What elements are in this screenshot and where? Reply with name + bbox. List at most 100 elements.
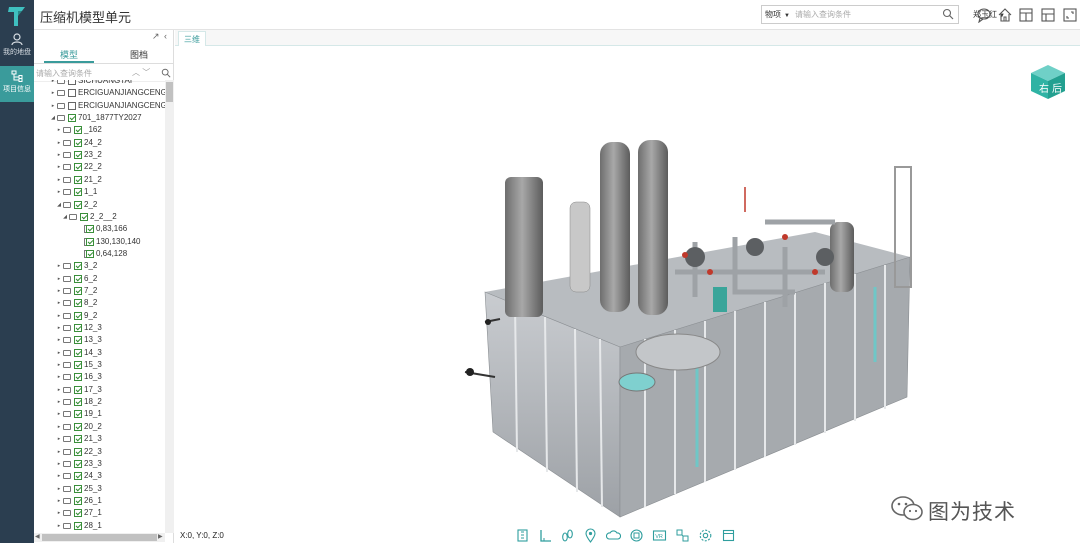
search-input[interactable] xyxy=(795,8,935,21)
brand-logo-icon[interactable] xyxy=(4,4,30,28)
tree-node-checkbox[interactable] xyxy=(74,459,82,468)
tree-node[interactable]: ▸ 21_3 xyxy=(34,433,165,445)
tree-node[interactable]: ▸ 13_3 xyxy=(34,334,165,346)
search-icon[interactable] xyxy=(942,8,954,20)
tree-node-checkbox[interactable] xyxy=(74,262,82,271)
tree-node[interactable]: ▸ ERCIGUANJIANGCENG- xyxy=(34,100,165,112)
expand-toggle-icon[interactable]: ▸ xyxy=(50,100,56,112)
fullscreen-icon[interactable] xyxy=(1062,7,1078,23)
tree-node[interactable]: ▸ 20_2 xyxy=(34,421,165,433)
expand-toggle-icon[interactable]: ▸ xyxy=(56,421,62,433)
tree-node[interactable]: ◢ 701_1877TY2027 xyxy=(34,112,165,124)
3d-viewport[interactable]: 右 后 图为技术 X:0, Y:0, Z:0 VR xyxy=(175,47,1080,543)
expand-toggle-icon[interactable]: ▸ xyxy=(56,334,62,346)
tree-node-checkbox[interactable] xyxy=(74,398,82,407)
layout-split-icon[interactable] xyxy=(1040,7,1056,23)
tree-node[interactable]: ▸ 16_3 xyxy=(34,371,165,383)
tree-node[interactable]: ▸ 19_1 xyxy=(34,408,165,420)
expand-toggle-icon[interactable]: ▸ xyxy=(50,80,56,87)
expand-arrow-icon[interactable]: ↗ xyxy=(152,31,160,42)
tree-node-checkbox[interactable] xyxy=(86,249,94,258)
tree-node-checkbox[interactable] xyxy=(74,175,82,184)
tree-node-checkbox[interactable] xyxy=(74,496,82,505)
rail-item-project-info[interactable]: 项目信息 xyxy=(0,66,34,102)
expand-toggle-icon[interactable]: ▸ xyxy=(56,433,62,445)
measure-icon[interactable] xyxy=(515,528,530,543)
tree-node[interactable]: ▸ SICHUANGTAI xyxy=(34,80,165,87)
tree-node[interactable]: ▸ 22_2 xyxy=(34,161,165,173)
tree-node-checkbox[interactable] xyxy=(74,484,82,493)
expand-toggle-icon[interactable]: ▸ xyxy=(56,470,62,482)
expand-toggle-icon[interactable]: ▸ xyxy=(56,285,62,297)
tree-node-checkbox[interactable] xyxy=(74,200,82,209)
tree-search-input[interactable] xyxy=(36,67,131,80)
expand-toggle-icon[interactable]: ▸ xyxy=(56,186,62,198)
tree-node-checkbox[interactable] xyxy=(68,101,76,110)
expand-toggle-icon[interactable]: ▸ xyxy=(56,161,62,173)
tree-node[interactable]: ▸ 9_2 xyxy=(34,310,165,322)
walk-icon[interactable] xyxy=(560,528,575,543)
tree-node-checkbox[interactable] xyxy=(74,188,82,197)
expand-toggle-icon[interactable]: ▸ xyxy=(56,371,62,383)
section-icon[interactable] xyxy=(629,528,644,543)
tree-node[interactable]: ▸ 14_3 xyxy=(34,347,165,359)
tree-node-checkbox[interactable] xyxy=(74,385,82,394)
expand-toggle-icon[interactable]: ▸ xyxy=(56,322,62,334)
tab-3d[interactable]: 三维 xyxy=(178,31,206,46)
expand-toggle-icon[interactable]: ▸ xyxy=(56,520,62,532)
tree-node-checkbox[interactable] xyxy=(74,311,82,320)
tree-node-checkbox[interactable] xyxy=(74,422,82,431)
tree-node[interactable]: ▸ 24_2 xyxy=(34,137,165,149)
tree-node[interactable]: ▸ 27_1 xyxy=(34,507,165,519)
tree-node-checkbox[interactable] xyxy=(74,472,82,481)
tree-node-checkbox[interactable] xyxy=(74,361,82,370)
tree-node-checkbox[interactable] xyxy=(74,151,82,160)
tree-node[interactable]: ◢ 2_2 xyxy=(34,199,165,211)
tree-node[interactable]: ▸ 26_1 xyxy=(34,495,165,507)
tree-node-checkbox[interactable] xyxy=(74,286,82,295)
tree-node-checkbox[interactable] xyxy=(74,447,82,456)
tree-node[interactable]: ▸ 22_3 xyxy=(34,446,165,458)
vr-icon[interactable]: VR xyxy=(652,528,667,543)
cloud-icon[interactable] xyxy=(606,528,621,543)
home-icon[interactable] xyxy=(997,7,1013,23)
settings-icon[interactable] xyxy=(698,528,713,543)
expand-toggle-icon[interactable]: ▸ xyxy=(56,359,62,371)
scrollbar-thumb[interactable] xyxy=(166,82,173,102)
tree-node-checkbox[interactable] xyxy=(68,80,76,85)
tree-node-checkbox[interactable] xyxy=(68,89,76,98)
expand-toggle-icon[interactable]: ▸ xyxy=(56,384,62,396)
tree-node[interactable]: ▸ 24_3 xyxy=(34,470,165,482)
scrollbar-thumb[interactable] xyxy=(42,534,157,541)
explode-icon[interactable] xyxy=(675,528,690,543)
expand-toggle-icon[interactable]: ▸ xyxy=(56,507,62,519)
tree-node-checkbox[interactable] xyxy=(74,410,82,419)
expand-toggle-icon[interactable]: ▸ xyxy=(56,260,62,272)
tree-node-checkbox[interactable] xyxy=(74,373,82,382)
tree-node[interactable]: ▸ 25_3 xyxy=(34,483,165,495)
expand-toggle-icon[interactable]: ▸ xyxy=(56,137,62,149)
expand-toggle-icon[interactable]: ◢ xyxy=(56,199,62,211)
expand-toggle-icon[interactable]: ▸ xyxy=(56,495,62,507)
tree-node[interactable]: ▸ 17_3 xyxy=(34,384,165,396)
scroll-right-icon[interactable]: ▶ xyxy=(158,533,163,540)
expand-toggle-icon[interactable]: ▸ xyxy=(56,458,62,470)
tree-node[interactable]: ▸ 3_2 xyxy=(34,260,165,272)
expand-toggle-icon[interactable]: ▸ xyxy=(56,297,62,309)
tree-node-checkbox[interactable] xyxy=(86,237,94,246)
scroll-left-icon[interactable]: ◀ xyxy=(35,533,40,540)
tree-node-checkbox[interactable] xyxy=(74,274,82,283)
expand-toggle-icon[interactable]: ▸ xyxy=(50,87,56,99)
expand-toggle-icon[interactable]: ▸ xyxy=(56,483,62,495)
tree-node-checkbox[interactable] xyxy=(86,225,94,234)
view-cube[interactable]: 右 后 xyxy=(1030,64,1066,100)
chat-bubble-icon[interactable] xyxy=(976,7,992,23)
tree-node-checkbox[interactable] xyxy=(74,138,82,147)
tab-drawings[interactable]: 图档 xyxy=(104,48,174,61)
tree-node[interactable]: ▸ 15_3 xyxy=(34,359,165,371)
expand-toggle-icon[interactable]: ▸ xyxy=(56,174,62,186)
expand-toggle-icon[interactable]: ▸ xyxy=(56,347,62,359)
tree-node-checkbox[interactable] xyxy=(74,299,82,308)
expand-toggle-icon[interactable]: ▸ xyxy=(56,273,62,285)
tree-node[interactable]: ▸ 8_2 xyxy=(34,297,165,309)
